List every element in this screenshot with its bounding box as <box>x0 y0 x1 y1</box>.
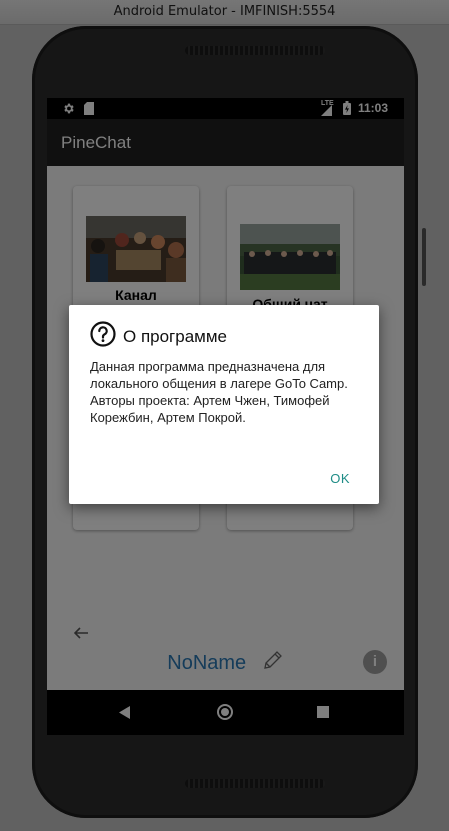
ok-button[interactable]: OK <box>330 471 350 486</box>
dialog-authors: Авторы проекта: Артем Чжен, Тимофей Коре… <box>90 393 330 425</box>
about-dialog: О программе Данная программа предназначе… <box>69 305 379 504</box>
help-circle-icon <box>90 321 116 347</box>
dialog-description: Данная программа предназначена для локал… <box>90 359 348 391</box>
dialog-title: О программе <box>123 327 228 346</box>
dialog-body: Данная программа предназначена для локал… <box>90 358 360 426</box>
